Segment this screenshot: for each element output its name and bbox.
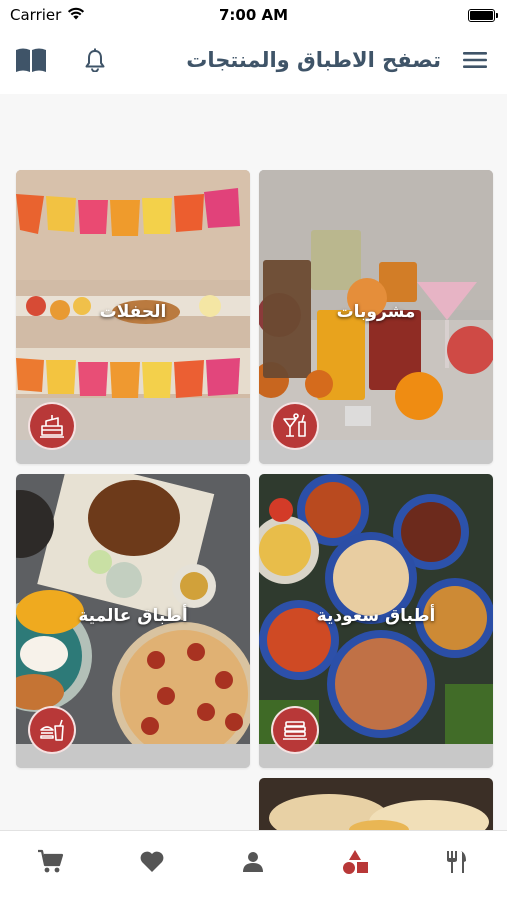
category-card-drinks[interactable]: مشروبات (259, 170, 493, 464)
carrier-label: Carrier (10, 6, 62, 24)
category-title-international-dishes: أطباق عالمية (78, 606, 188, 626)
category-card-parties[interactable]: الحفلات (16, 170, 250, 464)
wifi-icon (67, 6, 85, 24)
category-card-saudi-dishes[interactable]: أطباق سعودية (259, 474, 493, 768)
category-title-parties: الحفلات (99, 302, 167, 322)
battery-icon (468, 8, 498, 22)
browse-screen: Carrier 7:00 AM تصفح الاطباق والمنتجات م… (0, 0, 507, 900)
cart-icon (37, 849, 65, 879)
open-book-icon[interactable] (14, 47, 48, 73)
app-header: تصفح الاطباق والمنتجات (0, 32, 507, 88)
bell-icon[interactable] (84, 48, 106, 72)
tab-favorites[interactable] (122, 849, 182, 879)
status-bar: Carrier 7:00 AM (0, 0, 507, 30)
tab-cart[interactable] (21, 849, 81, 879)
category-title-drinks: مشروبات (336, 302, 416, 322)
tab-profile[interactable] (223, 849, 283, 879)
heart-icon (139, 850, 165, 878)
tab-categories[interactable] (325, 849, 385, 879)
fast-food-icon (28, 706, 76, 754)
cocktail-icon (271, 402, 319, 450)
profile-icon (241, 850, 265, 878)
categories-grid: مشروبات الحفلات أطباق سعودية أطباق عالمي… (0, 94, 507, 830)
tab-menu[interactable] (426, 849, 486, 879)
category-card-international-dishes[interactable]: أطباق عالمية (16, 474, 250, 768)
category-title-saudi-dishes: أطباق سعودية (316, 606, 436, 626)
bottom-tab-bar (0, 830, 507, 900)
pancake-stack-icon (271, 706, 319, 754)
category-card-partial[interactable] (259, 778, 493, 830)
fork-knife-icon (443, 849, 469, 879)
page-title: تصفح الاطباق والمنتجات (186, 48, 441, 72)
cake-icon (28, 402, 76, 450)
partial-card-image (259, 778, 493, 830)
menu-icon[interactable] (463, 51, 487, 69)
categories-shapes-icon (341, 849, 369, 879)
